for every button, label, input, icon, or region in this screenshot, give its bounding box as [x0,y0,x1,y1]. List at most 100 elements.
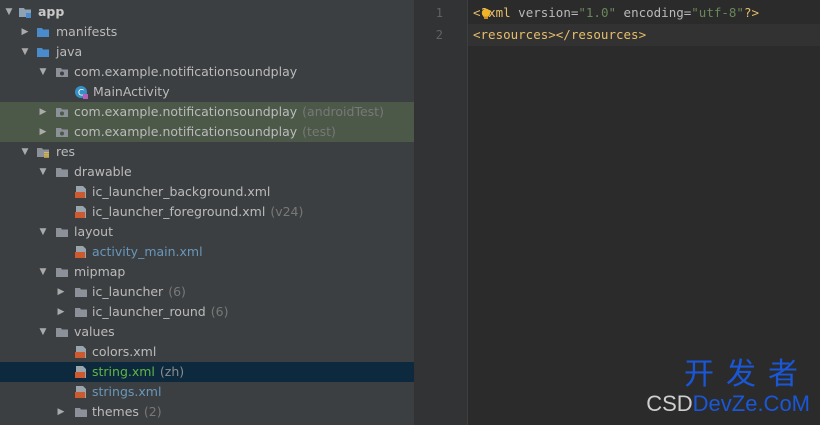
chevron-right-icon[interactable]: ▶ [38,122,48,142]
xml-value-version: "1.0" [578,5,617,20]
chevron-right-icon[interactable]: ▶ [20,22,30,42]
tree-item-strings[interactable]: strings.xml [0,382,414,402]
chevron-down-icon[interactable]: ▼ [20,42,30,62]
tree-item-label-wrap: themes (2) [92,402,162,422]
tree-item-suffix: (2) [143,404,162,419]
tree-item-suffix: (androidTest) [302,104,384,119]
chevron-down-icon[interactable]: ▼ [20,142,30,162]
xml-file-icon [75,186,86,198]
code-line-1[interactable]: <?xml version="1.0" encoding="utf-8"?> [473,2,759,24]
tree-item-label: com.example.notificationsoundplay [74,64,298,79]
tree-item-label: java [56,44,83,59]
tree-item-ic-launcher-foreground[interactable]: ic_launcher_foreground.xml (v24) [0,202,414,222]
tree-item-res[interactable]: ▼ res [0,142,414,162]
tree-item-suffix: (zh) [159,364,185,379]
tree-item-suffix: (test) [302,124,336,139]
tree-item-mipmap[interactable]: ▼ mipmap [0,262,414,282]
tree-item-suffix: (6) [210,304,229,319]
tree-item-colors[interactable]: colors.xml [0,342,414,362]
tree-item-label-wrap: com.example.notificationsoundplay (test) [74,122,336,142]
xml-file-icon [75,366,86,378]
tree-item-layout[interactable]: ▼ layout [0,222,414,242]
tree-item-label-wrap: com.example.notificationsoundplay (androi… [74,102,384,122]
tree-item-label: drawable [74,164,132,179]
tree-item-mainactivity[interactable]: C MainActivity [0,82,414,102]
project-tree: ▼ app ▶ manifests ▼ java ▼ com.example.n… [0,0,414,425]
folder-blue-icon [37,28,49,37]
tree-item-label: values [74,324,115,339]
tree-item-label: manifests [56,24,118,39]
tree-item-ic-launcher-round[interactable]: ▶ ic_launcher_round (6) [0,302,414,322]
tree-item-label: res [56,144,76,159]
chevron-right-icon[interactable]: ▶ [56,402,66,422]
tree-item-app[interactable]: ▼ app [0,2,414,22]
folder-icon [56,328,68,337]
tree-item-suffix: (v24) [270,204,304,219]
chevron-down-icon[interactable]: ▼ [38,62,48,82]
tree-item-label-wrap: ic_launcher (6) [92,282,186,302]
tree-item-package-androidtest[interactable]: ▶ com.example.notificationsoundplay (andr… [0,102,414,122]
tree-item-string-zh[interactable]: string.xml (zh) [0,362,414,382]
xml-attr-version: version= [510,5,579,20]
tree-item-suffix: (6) [168,284,186,299]
tree-item-manifests[interactable]: ▶ manifests [0,22,414,42]
xml-value-encoding: "utf-8" [691,5,744,20]
tree-item-package-test[interactable]: ▶ com.example.notificationsoundplay (test… [0,122,414,142]
tree-item-label-wrap: string.xml (zh) [92,362,184,382]
res-folder-icon [37,148,49,158]
tree-item-values[interactable]: ▼ values [0,322,414,342]
folder-icon [75,308,87,317]
tree-item-ic-launcher[interactable]: ▶ ic_launcher (6) [0,282,414,302]
folder-icon [75,408,87,417]
watermark-site: CSDDevZe.CoM [646,391,810,417]
tree-item-drawable[interactable]: ▼ drawable [0,162,414,182]
tree-item-package-main[interactable]: ▼ com.example.notificationsoundplay [0,62,414,82]
tree-item-label: com.example.notificationsoundplay [74,124,298,139]
tree-item-label-wrap: ic_launcher_round (6) [92,302,228,322]
tree-item-ic-launcher-background[interactable]: ic_launcher_background.xml [0,182,414,202]
tree-item-label: ic_launcher_round [92,304,206,319]
chevron-down-icon[interactable]: ▼ [38,262,48,282]
tree-item-label: strings.xml [92,384,162,399]
chevron-down-icon[interactable]: ▼ [38,322,48,342]
chevron-down-icon[interactable]: ▼ [38,222,48,242]
tree-item-java[interactable]: ▼ java [0,42,414,62]
kotlin-class-icon: C [75,86,88,99]
watermark-chinese: 开发者 [684,357,810,392]
folder-icon [56,268,68,277]
line-number-gutter: 1 2 [415,0,467,425]
line-number: 1 [435,6,443,20]
xml-attr-encoding: encoding= [616,5,692,20]
tree-item-label: ic_launcher [92,284,164,299]
chevron-down-icon[interactable]: ▼ [38,162,48,182]
tree-item-label: ic_launcher_background.xml [92,184,271,199]
package-icon [56,108,68,117]
package-icon [56,68,68,77]
tree-item-label: MainActivity [93,84,170,99]
chevron-right-icon[interactable]: ▶ [56,302,66,322]
xml-file-icon [75,246,86,258]
code-line-2[interactable]: <resources></resources> [473,24,646,46]
chevron-down-icon[interactable]: ▼ [4,2,14,22]
tree-item-label: app [38,4,65,19]
xml-file-icon [75,386,86,398]
lightbulb-icon[interactable] [480,8,492,20]
watermark-csd: CSD [646,391,693,416]
watermark-devze: DevZe.CoM [692,391,810,416]
tree-item-label: colors.xml [92,344,157,359]
tree-item-themes[interactable]: ▶ themes (2) [0,402,414,422]
tree-item-label: com.example.notificationsoundplay [74,104,298,119]
chevron-right-icon[interactable]: ▶ [56,282,66,302]
gutter-separator [467,0,468,425]
tree-item-activity-main[interactable]: activity_main.xml [0,242,414,262]
folder-icon [75,288,87,297]
tree-item-label: mipmap [74,264,126,279]
package-icon [56,128,68,137]
folder-icon [56,168,68,177]
xml-file-icon [75,346,86,358]
xml-file-icon [75,206,86,218]
chevron-right-icon[interactable]: ▶ [38,102,48,122]
xml-decl-close: ?> [743,5,760,20]
folder-blue-icon [37,48,49,57]
tree-item-label: ic_launcher_foreground.xml [92,204,266,219]
